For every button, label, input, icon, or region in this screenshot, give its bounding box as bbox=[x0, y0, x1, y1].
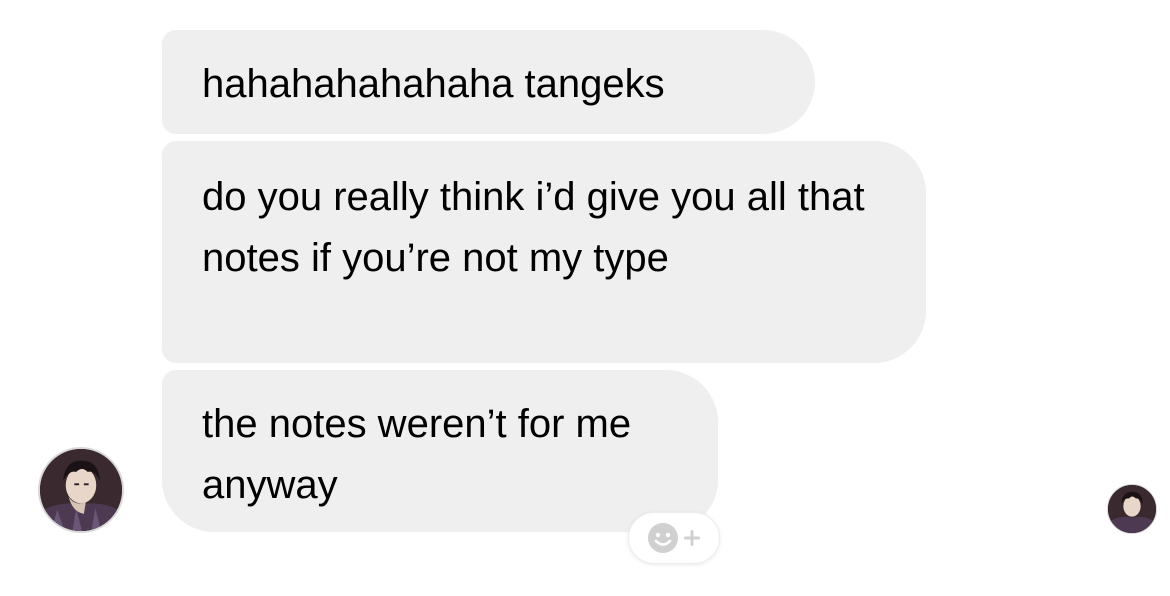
sender-avatar[interactable] bbox=[38, 447, 124, 533]
message-bubble[interactable]: the notes weren’t for me anyway bbox=[162, 370, 718, 532]
profile-avatar-icon bbox=[40, 449, 122, 531]
read-receipt-avatar bbox=[1107, 484, 1157, 534]
plus-icon bbox=[684, 530, 700, 546]
message-text: the notes weren’t for me anyway bbox=[202, 402, 632, 507]
message-bubble[interactable]: hahahahahahaha tangeks bbox=[162, 30, 815, 134]
message-text: hahahahahahaha tangeks bbox=[202, 62, 665, 106]
message-thread: hahahahahahaha tangeks do you really thi… bbox=[0, 0, 1170, 596]
message-text: do you really think i’d give you all tha… bbox=[202, 175, 865, 280]
read-receipt-avatar-icon bbox=[1108, 485, 1156, 533]
add-reaction-button[interactable] bbox=[628, 512, 720, 564]
message-bubble[interactable]: do you really think i’d give you all tha… bbox=[162, 141, 926, 363]
smiley-icon bbox=[648, 523, 678, 553]
